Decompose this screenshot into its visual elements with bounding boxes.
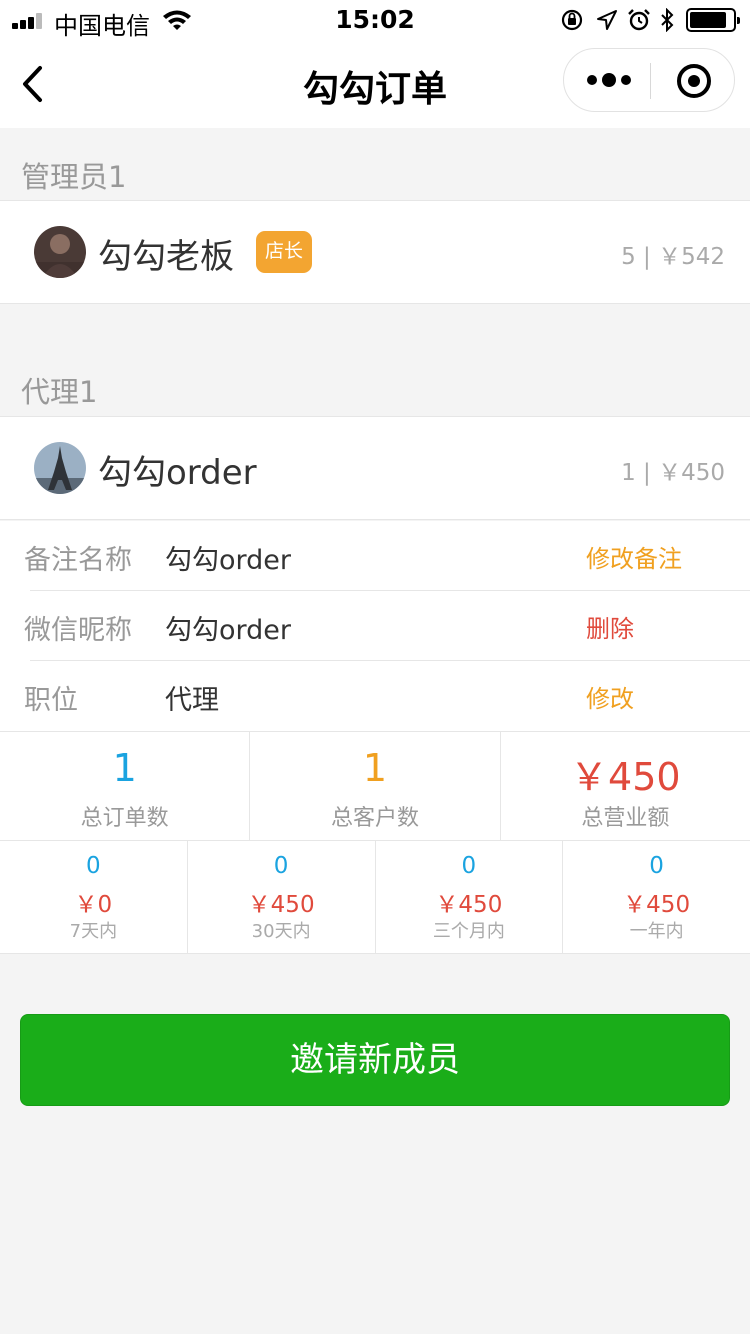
period-amount: ￥450	[247, 892, 315, 918]
close-target-icon[interactable]	[676, 63, 712, 99]
avatar	[34, 442, 86, 494]
member-stats: 1 | ￥450	[621, 460, 725, 486]
period-amount: ￥450	[435, 892, 503, 918]
total-value: 1	[362, 746, 388, 790]
period-label: 一年内	[629, 921, 684, 942]
invite-member-button[interactable]: 邀请新成员	[20, 1014, 730, 1106]
battery-icon	[686, 8, 740, 32]
status-bar: 中国电信 15:02	[0, 0, 750, 40]
period-amount: ￥450	[623, 892, 691, 918]
period-7-days: 0 ￥0 7天内	[0, 841, 188, 953]
period-count: 0	[461, 853, 477, 879]
period-count: 0	[649, 853, 664, 879]
period-label: 7天内	[69, 921, 118, 942]
period-3-months: 0 ￥450 三个月内	[376, 841, 564, 953]
location-arrow-icon	[597, 10, 617, 30]
detail-label: 微信昵称	[24, 615, 132, 646]
member-row-agent[interactable]: 勾勾order 1 | ￥450	[0, 416, 750, 520]
detail-row-nickname: 微信昵称 勾勾order 删除	[0, 591, 750, 661]
detail-value: 代理	[165, 685, 219, 716]
detail-row-remark: 备注名称 勾勾order 修改备注	[0, 521, 750, 591]
period-amount: ￥0	[74, 892, 113, 918]
total-label: 总订单数	[80, 806, 169, 831]
avatar	[34, 226, 86, 278]
detail-label: 职位	[24, 685, 78, 716]
period-label: 三个月内	[432, 921, 505, 942]
nav-bar: 勾勾订单	[0, 40, 750, 128]
role-badge: 店长	[256, 231, 313, 273]
period-30-days: 0 ￥450 30天内	[188, 841, 376, 953]
edit-position-link[interactable]: 修改	[586, 679, 634, 714]
alarm-icon	[628, 9, 650, 31]
total-revenue: ￥450 总营业额	[501, 732, 750, 840]
total-customers: 1 总客户数	[250, 732, 501, 840]
total-value: 1	[112, 746, 137, 790]
period-count: 0	[86, 853, 101, 879]
member-stats: 5 | ￥542	[621, 244, 725, 270]
section-heading-agents: 代理1	[21, 375, 98, 409]
member-detail-list: 备注名称 勾勾order 修改备注 微信昵称 勾勾order 删除 职位 代理 …	[0, 521, 750, 731]
total-label: 总营业额	[581, 806, 670, 831]
period-count: 0	[273, 853, 289, 879]
edit-remark-link[interactable]: 修改备注	[586, 539, 682, 574]
bluetooth-icon	[661, 8, 674, 32]
member-row-admin[interactable]: 勾勾老板 店长 5 | ￥542	[0, 200, 750, 304]
section-heading-admins: 管理员1	[21, 160, 127, 194]
period-stats: 0 ￥0 7天内 0 ￥450 30天内 0 ￥450 三个月内 0 ￥450 …	[0, 841, 750, 954]
delete-member-link[interactable]: 删除	[586, 609, 634, 644]
total-label: 总客户数	[330, 806, 419, 831]
capsule-divider	[650, 63, 651, 99]
detail-row-position: 职位 代理 修改	[0, 661, 750, 731]
detail-value: 勾勾order	[165, 615, 291, 646]
more-dots-icon[interactable]	[586, 65, 632, 95]
mini-program-capsule	[563, 48, 735, 112]
member-name: 勾勾order	[98, 453, 257, 493]
period-1-year: 0 ￥450 一年内	[563, 841, 750, 953]
detail-label: 备注名称	[24, 545, 132, 576]
total-orders: 1 总订单数	[0, 732, 251, 840]
period-label: 30天内	[251, 921, 311, 942]
totals-panel: 1 总订单数 1 总客户数 ￥450 总营业额	[0, 731, 750, 841]
rotation-lock-icon	[561, 9, 583, 31]
detail-value: 勾勾order	[165, 545, 291, 576]
total-value: ￥450	[570, 755, 681, 799]
member-name: 勾勾老板	[98, 237, 234, 277]
